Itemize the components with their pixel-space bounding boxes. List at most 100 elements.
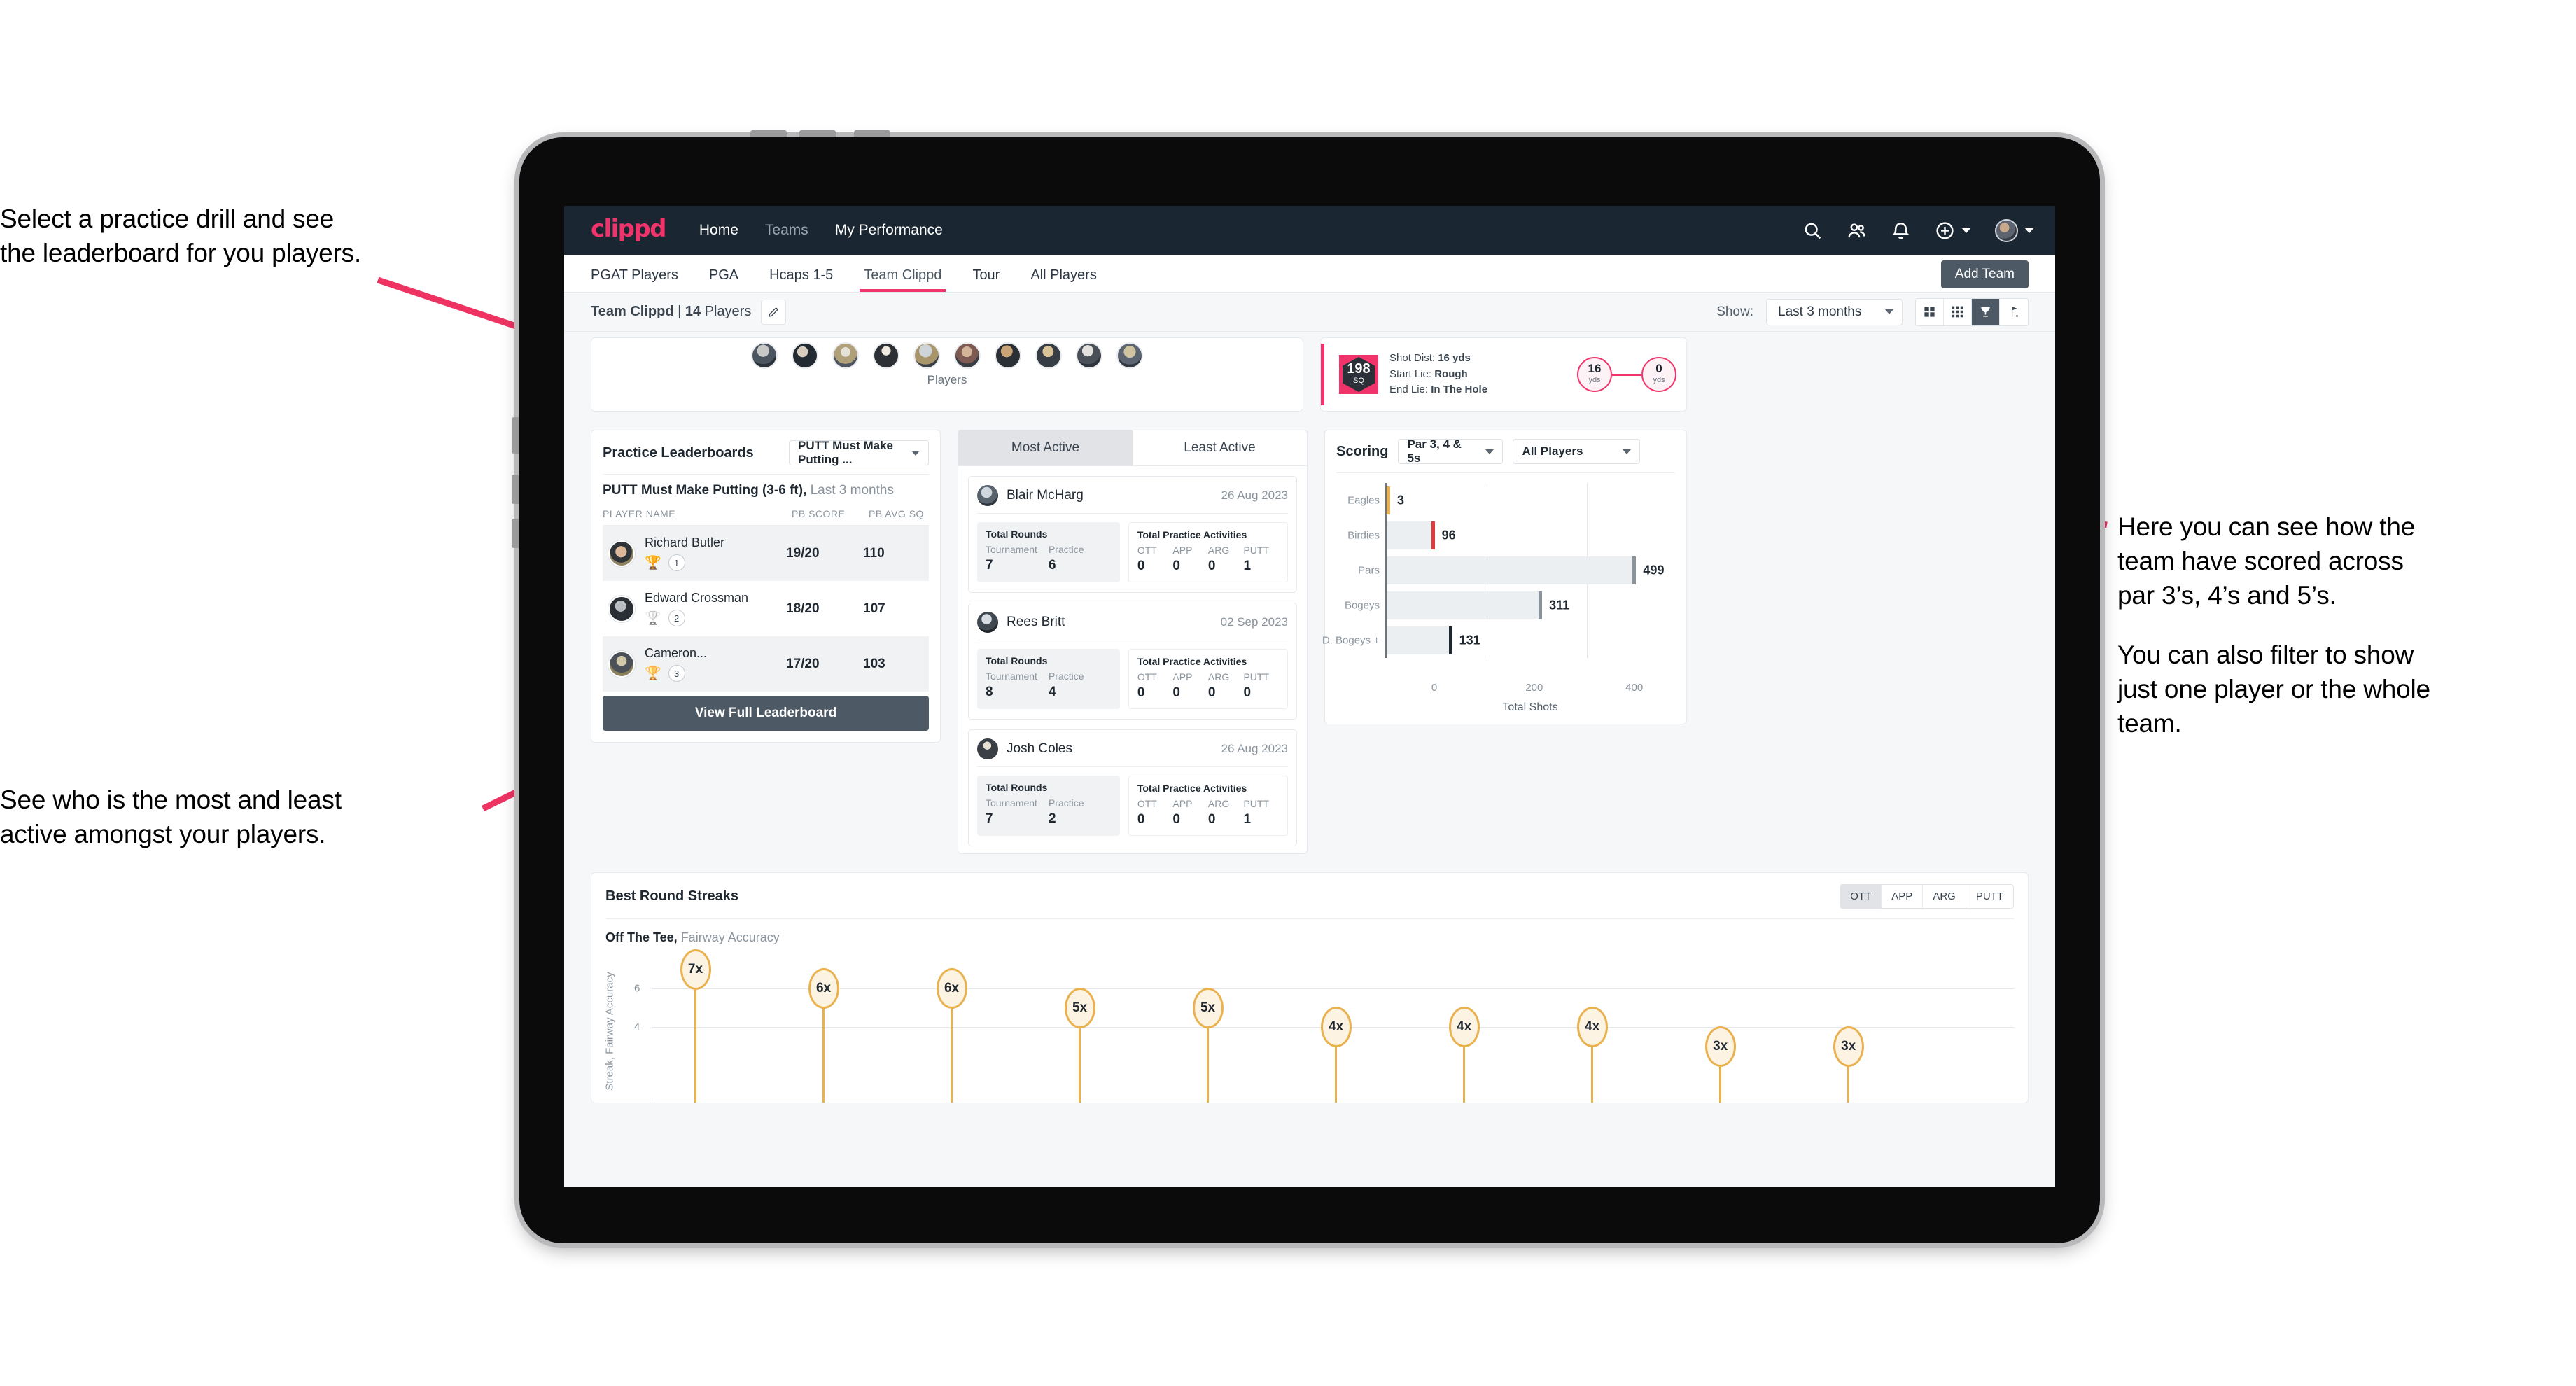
tab-arg[interactable]: ARG <box>1923 885 1966 908</box>
avatar[interactable] <box>792 342 818 369</box>
streak-marker[interactable]: 5x <box>1192 987 1224 1028</box>
add-team-button[interactable]: Add Team <box>1940 260 2029 288</box>
putt-col: PUTT 1 <box>1243 798 1279 827</box>
avatar[interactable] <box>1035 342 1062 369</box>
avatar[interactable] <box>1995 218 2018 242</box>
streak-marker[interactable]: 3x <box>1833 1026 1864 1068</box>
tab-least-active[interactable]: Least Active <box>1133 430 1307 465</box>
leaderboard-columns: PLAYER NAME PB SCORE PB AVG SQ <box>603 498 929 526</box>
avatar[interactable] <box>832 342 859 369</box>
table-row[interactable]: Edward Crossman 🏆 2 18/20 107 <box>603 581 929 636</box>
view-toggle-trophy[interactable] <box>1972 298 2000 326</box>
edit-team-button[interactable] <box>761 299 787 325</box>
arg-col: ARG 0 <box>1208 798 1244 827</box>
view-full-leaderboard-button[interactable]: View Full Leaderboard <box>603 696 929 731</box>
list-item[interactable]: Josh Coles 26 Aug 2023 Total Rounds Tour… <box>968 729 1297 846</box>
y-axis-tick: 4 <box>634 1021 640 1033</box>
streak-marker[interactable]: 7x <box>680 948 711 990</box>
avatar[interactable] <box>995 342 1021 369</box>
avatar[interactable] <box>954 342 981 369</box>
shot-dist-value: 16 yds <box>1438 352 1471 365</box>
bar-cap <box>1448 626 1452 654</box>
nav-link-home[interactable]: Home <box>699 222 738 239</box>
end-distance-value: 0 <box>1656 362 1662 376</box>
ott-col: OTT 0 <box>1138 545 1173 574</box>
avatar[interactable] <box>1116 342 1143 369</box>
streak-marker[interactable]: 5x <box>1064 987 1096 1028</box>
view-toggle-grid-large[interactable] <box>1916 298 1944 326</box>
tab-putt[interactable]: PUTT <box>1966 885 2013 908</box>
streaks-header: Best Round Streaks OTT APP ARG PUTT <box>606 884 2014 919</box>
trophy-icon: 🏆 <box>645 610 662 626</box>
tab-all-players[interactable]: All Players <box>1030 267 1096 292</box>
list-item[interactable]: Rees Britt 02 Sep 2023 Total Rounds Tour… <box>968 603 1297 720</box>
tab-hcaps-1-5[interactable]: Hcaps 1-5 <box>769 267 833 292</box>
app-label: APP <box>1172 671 1193 682</box>
toolbar-right: Show: Last 3 months <box>1716 298 2029 326</box>
tab-tour[interactable]: Tour <box>972 267 1000 292</box>
clippd-logo[interactable]: clippd <box>591 217 666 244</box>
nav-link-my-performance[interactable]: My Performance <box>835 222 943 239</box>
primary-nav: Home Teams My Performance <box>699 222 943 239</box>
tab-team-clippd[interactable]: Team Clippd <box>860 267 946 292</box>
annotation-top-left: Select a practice drill and see the lead… <box>0 202 546 270</box>
view-toggle-flag[interactable] <box>2000 299 2028 326</box>
annotation-right: Here you can see how the team have score… <box>2118 510 2566 741</box>
avatar[interactable] <box>1076 342 1102 369</box>
table-row[interactable]: Richard Butler 🏆 1 19/20 110 <box>603 526 929 581</box>
pb-avg-sq-value: 110 <box>863 545 885 561</box>
activity-item-header: Josh Coles 26 Aug 2023 <box>977 738 1288 767</box>
par-filter-select[interactable]: Par 3, 4 & 5s <box>1398 438 1504 465</box>
streak-marker[interactable]: 6x <box>936 968 967 1009</box>
tab-most-active[interactable]: Most Active <box>958 430 1133 465</box>
dashboard-content: Players 198 SQ Shot Dist: 16 yds Start L… <box>564 337 2055 1103</box>
tab-pga[interactable]: PGA <box>709 267 738 292</box>
annotation-line: See who is the most and least <box>0 785 342 814</box>
practice-leaderboard-card: Practice Leaderboards PUTT Must Make Put… <box>591 430 941 743</box>
streak-marker[interactable]: 4x <box>1576 1007 1608 1048</box>
drill-select[interactable]: PUTT Must Make Putting ... <box>789 439 929 466</box>
bell-icon[interactable] <box>1891 220 1911 241</box>
bar-value-label: 3 <box>1397 493 1405 507</box>
practice-col: Practice 4 <box>1049 671 1112 700</box>
shot-dist-line: Shot Dist: 16 yds <box>1390 351 1488 367</box>
tab-pgat-players[interactable]: PGAT Players <box>591 267 678 292</box>
people-icon[interactable] <box>1847 220 1867 241</box>
column-player-name: PLAYER NAME <box>603 508 676 519</box>
user-menu[interactable] <box>1995 218 2034 242</box>
streak-marker[interactable]: 4x <box>1448 1007 1480 1048</box>
avatar[interactable] <box>873 342 899 369</box>
annotation-line: team. <box>2118 709 2182 738</box>
view-toggle-grid-small[interactable] <box>1944 298 1972 326</box>
streak-marker[interactable]: 3x <box>1704 1026 1736 1068</box>
player-filter-select[interactable]: All Players <box>1513 439 1641 464</box>
avatar[interactable] <box>913 342 940 369</box>
streak-marker[interactable]: 4x <box>1320 1007 1352 1048</box>
par-filter-value: Par 3, 4 & 5s <box>1407 438 1462 465</box>
bar: 3 <box>1387 486 1404 514</box>
add-menu[interactable] <box>1935 220 1971 241</box>
rank-group: 🏆 1 <box>645 554 786 571</box>
tab-ott[interactable]: OTT <box>1840 885 1882 908</box>
arg-col: ARG 0 <box>1208 545 1244 574</box>
list-item[interactable]: Blair McHarg 26 Aug 2023 Total Rounds To… <box>968 476 1297 593</box>
shot-quality-badge: 198 SQ <box>1339 355 1378 394</box>
tab-app[interactable]: APP <box>1882 885 1924 908</box>
date-range-select[interactable]: Last 3 months <box>1766 298 1903 326</box>
sq-unit: SQ <box>1353 377 1364 386</box>
plus-circle-icon[interactable] <box>1935 220 1955 241</box>
streak-marker[interactable]: 6x <box>808 968 839 1009</box>
app-col: APP 0 <box>1172 798 1208 827</box>
putt-col: PUTT 1 <box>1243 545 1279 574</box>
putt-label: PUTT <box>1243 545 1270 556</box>
pb-avg-sq-value: 107 <box>863 601 886 616</box>
navbar-actions <box>1802 218 2034 242</box>
nav-link-teams[interactable]: Teams <box>765 222 808 239</box>
table-row[interactable]: Cameron... 🏆 3 17/20 103 <box>603 636 929 692</box>
bar-cap <box>1387 486 1390 514</box>
avatar[interactable] <box>751 342 778 369</box>
annotation-line: Select a practice drill and see <box>0 204 335 233</box>
putt-value: 0 <box>1243 685 1252 700</box>
tablet-button <box>750 130 787 137</box>
search-icon[interactable] <box>1802 220 1823 241</box>
